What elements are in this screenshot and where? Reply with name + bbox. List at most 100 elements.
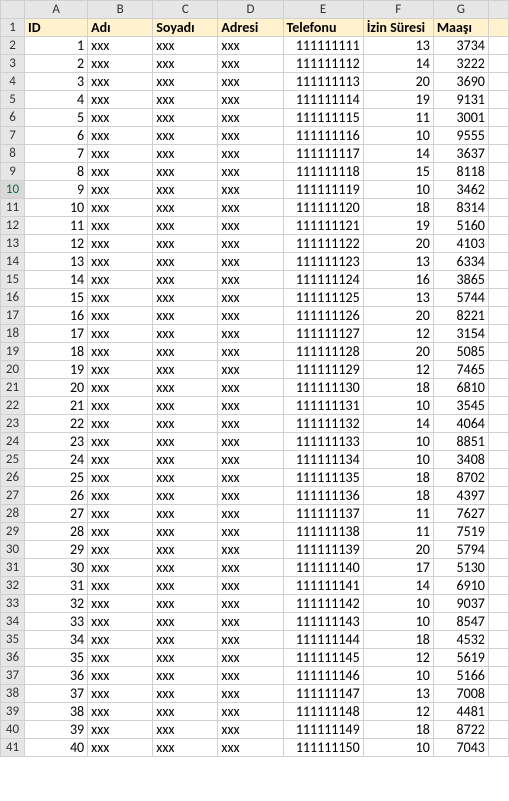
cell-empty[interactable]	[488, 163, 508, 181]
cell-soyadi[interactable]: xxx	[153, 415, 218, 433]
cell-adresi[interactable]: xxx	[218, 145, 283, 163]
cell-id[interactable]: 31	[25, 577, 88, 595]
cell-empty[interactable]	[488, 343, 508, 361]
row-head-41[interactable]: 41	[1, 739, 25, 757]
row-head-5[interactable]: 5	[1, 91, 25, 109]
cell-adi[interactable]: xxx	[88, 523, 153, 541]
cell-izin[interactable]: 11	[363, 505, 433, 523]
cell-adresi[interactable]: xxx	[218, 415, 283, 433]
cell-id[interactable]: 16	[25, 307, 88, 325]
cell-telefonu[interactable]: 111111140	[283, 559, 363, 577]
cell-adresi[interactable]: xxx	[218, 127, 283, 145]
cell-adresi[interactable]: xxx	[218, 55, 283, 73]
cell-id[interactable]: 1	[25, 37, 88, 55]
cell-telefonu[interactable]: 111111133	[283, 433, 363, 451]
cell-adresi[interactable]: xxx	[218, 631, 283, 649]
cell-id[interactable]: 4	[25, 91, 88, 109]
cell-izin[interactable]: 15	[363, 163, 433, 181]
cell-empty[interactable]	[488, 217, 508, 235]
cell-adresi[interactable]: xxx	[218, 559, 283, 577]
cell-telefonu[interactable]: 111111143	[283, 613, 363, 631]
cell-adi[interactable]: xxx	[88, 451, 153, 469]
cell-maas[interactable]: 4532	[433, 631, 488, 649]
cell-soyadi[interactable]: xxx	[153, 163, 218, 181]
cell-adresi[interactable]: xxx	[218, 37, 283, 55]
row-head-29[interactable]: 29	[1, 523, 25, 541]
cell-izin[interactable]: 18	[363, 721, 433, 739]
cell-telefonu[interactable]: 111111149	[283, 721, 363, 739]
cell-izin[interactable]: 10	[363, 397, 433, 415]
cell-izin[interactable]: 10	[363, 127, 433, 145]
cell-adi[interactable]: xxx	[88, 739, 153, 757]
cell-adi[interactable]: xxx	[88, 199, 153, 217]
row-head-25[interactable]: 25	[1, 451, 25, 469]
cell-adresi[interactable]: xxx	[218, 163, 283, 181]
col-head-F[interactable]: F	[363, 1, 433, 19]
cell-empty[interactable]	[488, 73, 508, 91]
cell-empty[interactable]	[488, 109, 508, 127]
cell-id[interactable]: 14	[25, 271, 88, 289]
cell-adi[interactable]: xxx	[88, 253, 153, 271]
cell-empty[interactable]	[488, 289, 508, 307]
cell-id[interactable]: 6	[25, 127, 88, 145]
cell-maas[interactable]: 3462	[433, 181, 488, 199]
cell-adi[interactable]: xxx	[88, 55, 153, 73]
cell-adresi[interactable]: xxx	[218, 613, 283, 631]
cell-adresi[interactable]: xxx	[218, 667, 283, 685]
cell-empty[interactable]	[488, 37, 508, 55]
cell-id[interactable]: 24	[25, 451, 88, 469]
cell-id[interactable]: 34	[25, 631, 88, 649]
cell-izin[interactable]: 12	[363, 325, 433, 343]
col-head-G[interactable]: G	[433, 1, 488, 19]
cell-adi[interactable]: xxx	[88, 613, 153, 631]
row-head-10[interactable]: 10	[1, 181, 25, 199]
row-head-23[interactable]: 23	[1, 415, 25, 433]
cell-maas[interactable]: 6810	[433, 379, 488, 397]
cell-maas[interactable]: 9037	[433, 595, 488, 613]
row-head-27[interactable]: 27	[1, 487, 25, 505]
cell-id[interactable]: 2	[25, 55, 88, 73]
cell-adi[interactable]: xxx	[88, 469, 153, 487]
cell-soyadi[interactable]: xxx	[153, 649, 218, 667]
row-head-22[interactable]: 22	[1, 397, 25, 415]
cell-soyadi[interactable]: xxx	[153, 703, 218, 721]
row-head-40[interactable]: 40	[1, 721, 25, 739]
cell-izin[interactable]: 13	[363, 37, 433, 55]
cell-telefonu[interactable]: 111111125	[283, 289, 363, 307]
cell-adresi[interactable]: xxx	[218, 181, 283, 199]
cell-telefonu[interactable]: 111111147	[283, 685, 363, 703]
cell-telefonu[interactable]: 111111129	[283, 361, 363, 379]
cell-adresi[interactable]: xxx	[218, 361, 283, 379]
row-head-17[interactable]: 17	[1, 307, 25, 325]
cell-adi[interactable]: xxx	[88, 505, 153, 523]
cell-id[interactable]: 29	[25, 541, 88, 559]
cell-telefonu[interactable]: 111111112	[283, 55, 363, 73]
cell-izin[interactable]: 13	[363, 685, 433, 703]
col-head-H[interactable]	[488, 1, 508, 19]
cell-maas[interactable]: 3001	[433, 109, 488, 127]
cell-adresi[interactable]: xxx	[218, 487, 283, 505]
cell-izin[interactable]: 19	[363, 217, 433, 235]
cell-telefonu[interactable]: 111111132	[283, 415, 363, 433]
cell-adresi[interactable]: xxx	[218, 397, 283, 415]
cell-id[interactable]: 10	[25, 199, 88, 217]
cell-adresi[interactable]: xxx	[218, 91, 283, 109]
cell-izin[interactable]: 12	[363, 649, 433, 667]
row-head-8[interactable]: 8	[1, 145, 25, 163]
cell-telefonu[interactable]: 111111150	[283, 739, 363, 757]
cell-adresi[interactable]: xxx	[218, 721, 283, 739]
cell-izin[interactable]: 14	[363, 145, 433, 163]
cell-telefonu[interactable]: 111111145	[283, 649, 363, 667]
cell-adresi[interactable]: xxx	[218, 577, 283, 595]
cell-id[interactable]: 27	[25, 505, 88, 523]
cell-empty[interactable]	[488, 559, 508, 577]
cell-maas[interactable]: 3222	[433, 55, 488, 73]
row-head-14[interactable]: 14	[1, 253, 25, 271]
cell-empty[interactable]	[488, 451, 508, 469]
cell-empty[interactable]	[488, 55, 508, 73]
cell-telefonu[interactable]: 111111111	[283, 37, 363, 55]
row-head-15[interactable]: 15	[1, 271, 25, 289]
cell-adresi[interactable]: xxx	[218, 199, 283, 217]
cell-empty[interactable]	[488, 649, 508, 667]
row-head-31[interactable]: 31	[1, 559, 25, 577]
